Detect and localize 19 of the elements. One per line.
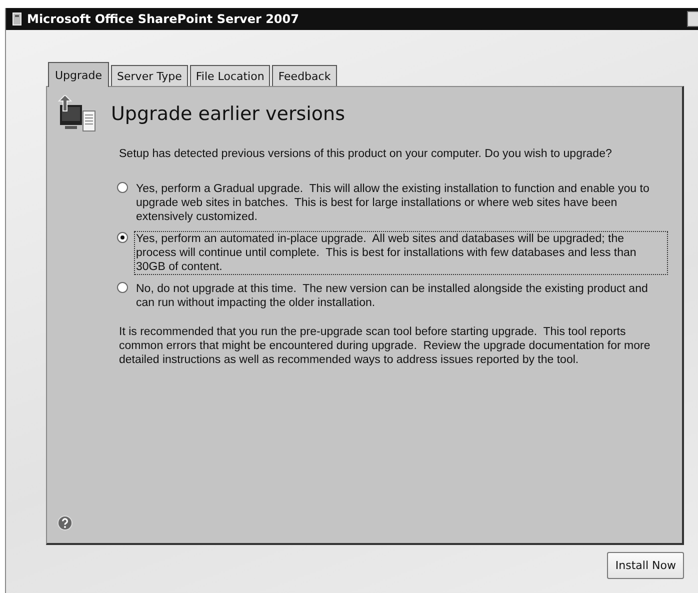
install-now-button[interactable]: Install Now — [607, 552, 684, 579]
intro-text: Setup has detected previous versions of this product on your computer. Do you wish to upgrade? — [119, 147, 613, 161]
radio-button[interactable] — [117, 232, 128, 243]
option-label[interactable]: Yes, perform an automated in-place upgrade. All web sites and databases will be upgraded; the process will continue until complete. This is best for installations with few databases and less than 30GB of content. — [134, 231, 668, 275]
radio-button[interactable] — [117, 182, 128, 193]
note-text: It is recommended that you run the pre-upgrade scan tool before starting upgrade. This tool reports common errors that might be encountered during upgrade. Review the upgrade documentation for more detailed instructions as well as recommended ways to address issues reported by the tool. — [119, 325, 652, 367]
computer-icon — [57, 95, 97, 133]
tab[interactable]: Server Type — [111, 65, 188, 86]
section-heading: Upgrade earlier versions — [111, 103, 346, 125]
app-icon — [12, 12, 22, 26]
radio-button[interactable] — [117, 282, 128, 293]
tab[interactable]: Upgrade — [48, 62, 110, 87]
window-title: Microsoft Office SharePoint Server 2007 — [27, 12, 300, 26]
help-icon[interactable] — [57, 515, 73, 531]
tab[interactable]: Feedback — [272, 65, 337, 86]
tab[interactable]: File Location — [190, 65, 270, 86]
option-label[interactable]: Yes, perform a Gradual upgrade. This will allow the existing installation to function and enable you to upgrade web sites in batches. This is best for large installations or where web sites have been extensively customized. — [134, 181, 668, 225]
close-button[interactable] — [687, 11, 698, 27]
option-label[interactable]: No, do not upgrade at this time. The new version can be installed alongside the existing product and can run without impacting the older installation. — [134, 281, 668, 311]
